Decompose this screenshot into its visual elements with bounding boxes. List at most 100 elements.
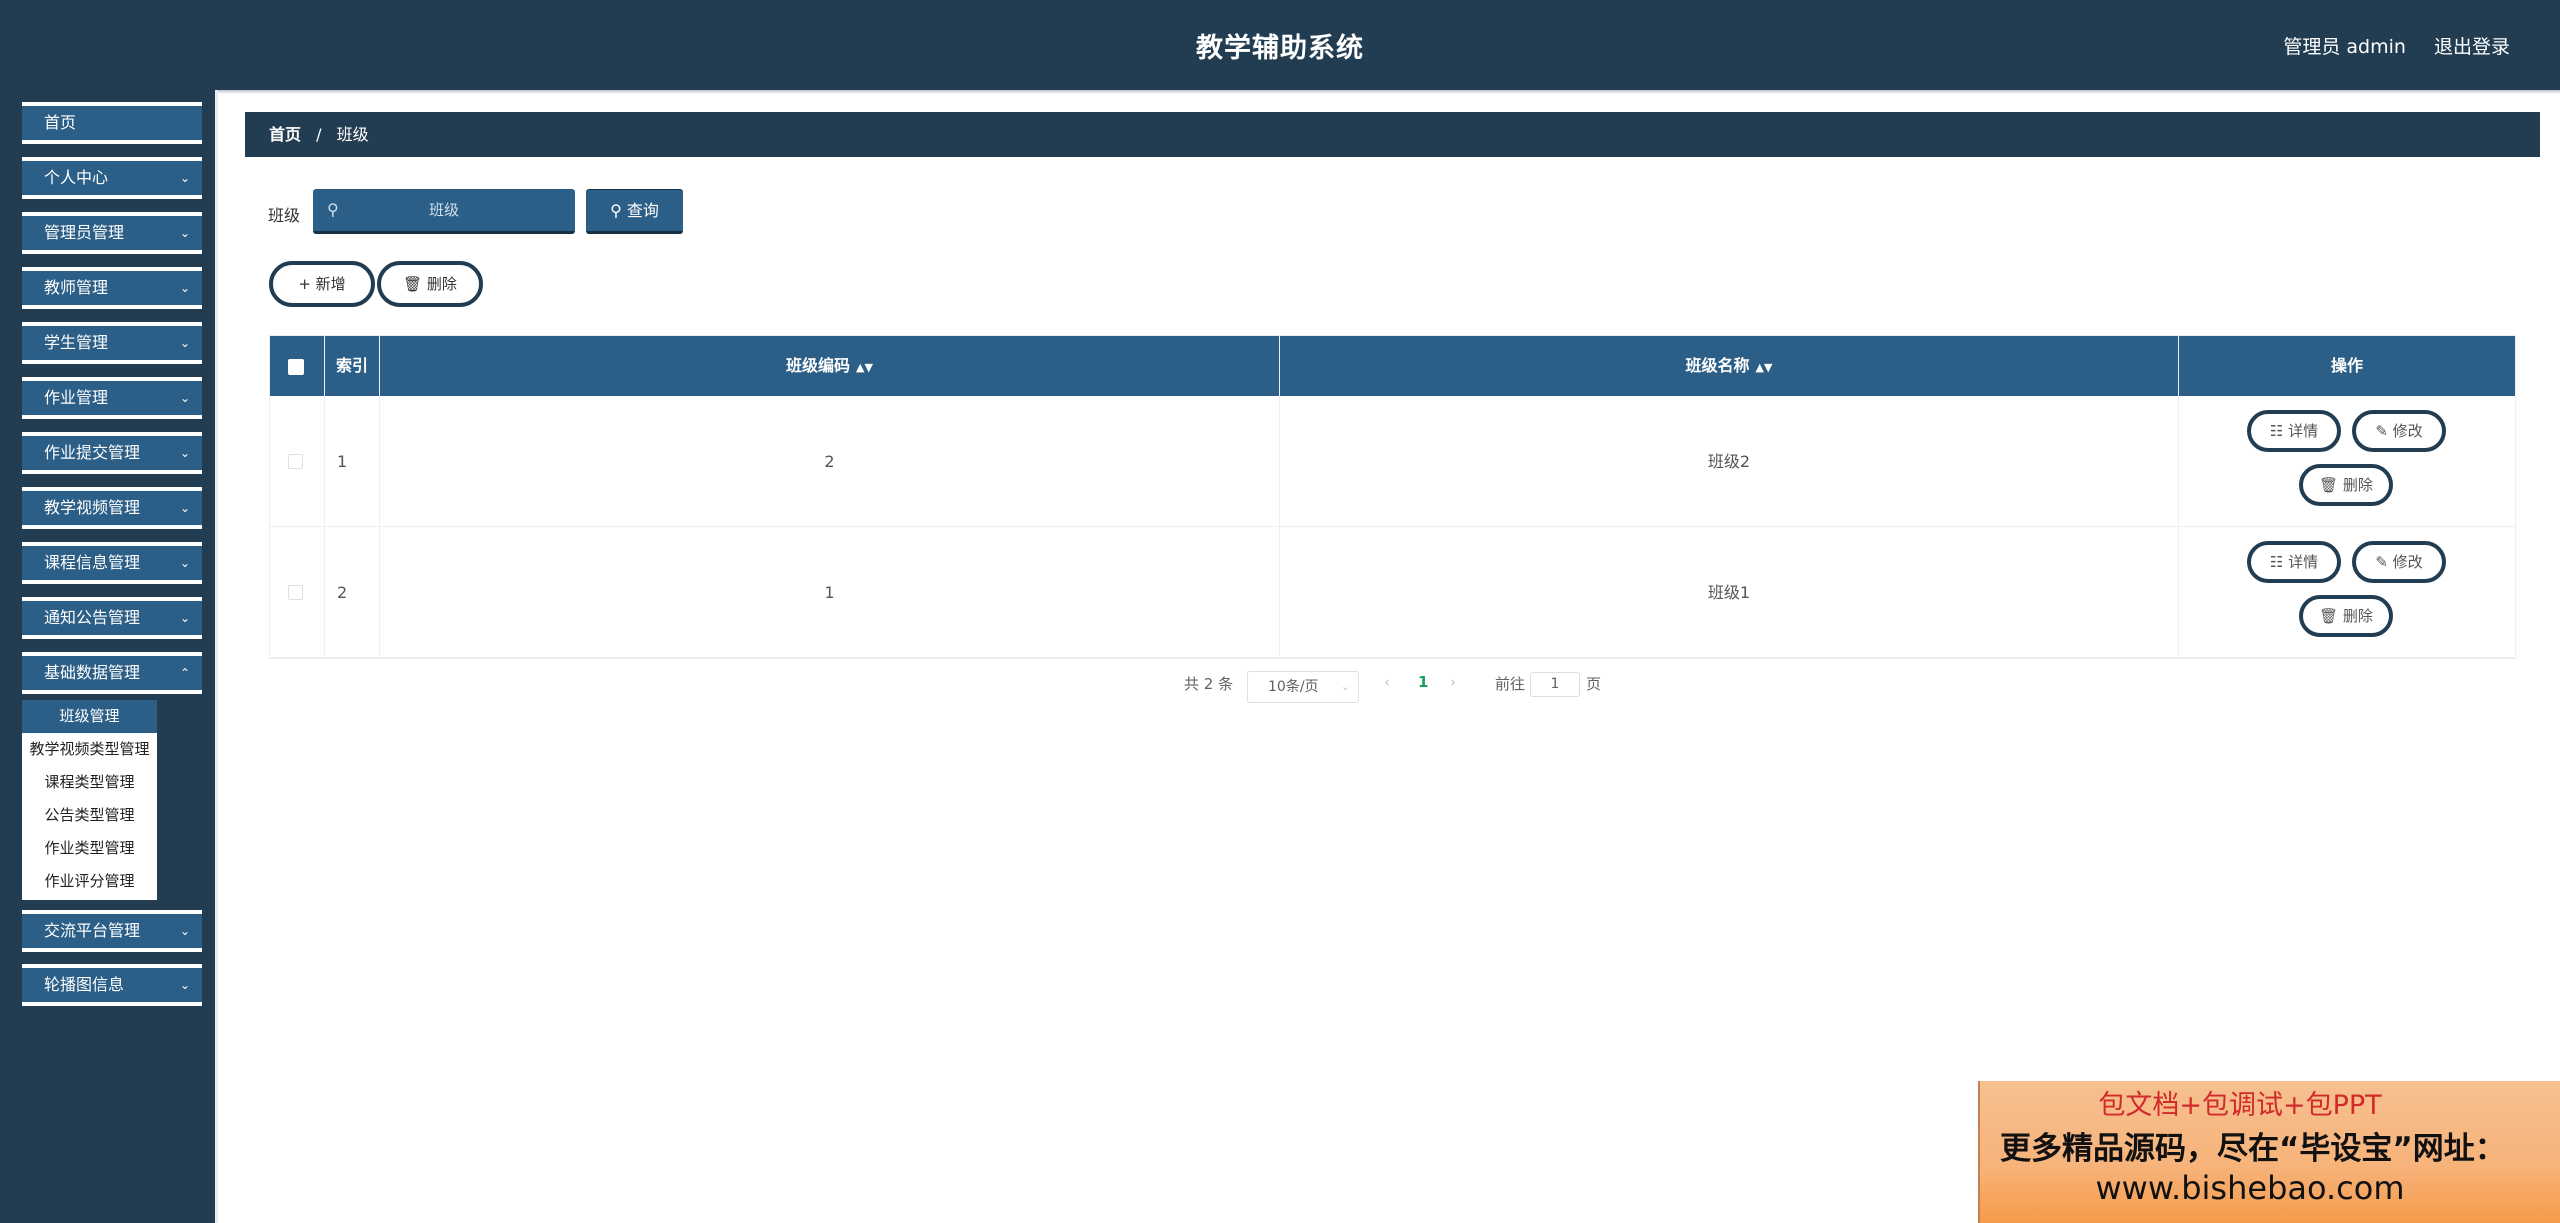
pencil-icon: ✎ xyxy=(2375,422,2388,440)
delete-button-label: 删除 xyxy=(2342,607,2373,625)
cell-actions: ☷ 详情 ✎ 修改 🗑 删除 xyxy=(2179,396,2515,527)
add-button[interactable]: + 新增 xyxy=(269,261,375,307)
page-unit-label: 页 xyxy=(1586,675,1602,693)
top-header: 教学辅助系统 管理员 admin 退出登录 xyxy=(0,0,2560,90)
row-select-cell xyxy=(270,396,325,527)
logout-link[interactable]: 退出登录 xyxy=(2434,36,2510,58)
pagination-total: 共 2 条 xyxy=(1184,675,1234,693)
sidebar-item-label: 交流平台管理 xyxy=(44,921,141,940)
sidebar-item-notice-management[interactable]: 通知公告管理 ⌄ xyxy=(22,597,202,639)
sidebar-item-basic-data[interactable]: 基础数据管理 ⌃ xyxy=(22,652,202,694)
select-all-checkbox[interactable] xyxy=(288,359,304,375)
sidebar-item-label: 基础数据管理 xyxy=(44,663,141,682)
document-icon: ☷ xyxy=(2269,422,2284,440)
chevron-up-icon: ⌃ xyxy=(179,666,190,680)
edit-button[interactable]: ✎ 修改 xyxy=(2352,541,2446,583)
sidebar-item-course-info[interactable]: 课程信息管理 ⌄ xyxy=(22,542,202,584)
column-header-label: 班级名称 xyxy=(1685,356,1750,375)
breadcrumb: 首页 / 班级 xyxy=(245,112,2540,157)
sidebar-item-personal-center[interactable]: 个人中心 ⌄ xyxy=(22,157,202,199)
document-icon: ☷ xyxy=(2269,553,2284,571)
search-input[interactable]: ⚲ 班级 xyxy=(313,189,575,234)
search-label: 班级 xyxy=(268,206,301,225)
sidebar-item-homework-submission[interactable]: 作业提交管理 ⌄ xyxy=(22,432,202,474)
breadcrumb-home[interactable]: 首页 xyxy=(269,125,301,144)
sidebar-item-label: 教学视频管理 xyxy=(44,498,141,517)
edit-button-label: 修改 xyxy=(2392,553,2423,571)
detail-button-label: 详情 xyxy=(2288,553,2319,571)
table-row: 1 2 班级2 ☷ 详情 ✎ 修改 🗑 删除 xyxy=(270,396,2515,527)
trash-icon: 🗑 xyxy=(2319,607,2339,625)
table-row: 2 1 班级1 ☷ 详情 ✎ 修改 🗑 删除 xyxy=(270,527,2515,658)
edit-button-label: 修改 xyxy=(2392,422,2423,440)
sidebar-item-label: 教师管理 xyxy=(44,278,109,297)
sidebar-item-exchange-platform[interactable]: 交流平台管理 ⌄ xyxy=(22,910,202,952)
row-delete-button[interactable]: 🗑 删除 xyxy=(2299,464,2393,506)
delete-button-label: 删除 xyxy=(2342,476,2373,494)
column-header-class-name[interactable]: 班级名称 ▲▼ xyxy=(1280,336,2179,396)
chevron-down-icon: ⌄ xyxy=(179,501,190,515)
submenu-item-homework-score[interactable]: 作业评分管理 xyxy=(22,865,157,898)
trash-icon: 🗑 xyxy=(2319,476,2339,494)
breadcrumb-separator: / xyxy=(316,125,322,144)
prev-page-icon[interactable]: ‹ xyxy=(1384,673,1390,691)
chevron-down-icon: ⌄ xyxy=(179,391,190,405)
next-page-icon[interactable]: › xyxy=(1450,673,1456,691)
sidebar-item-admin-management[interactable]: 管理员管理 ⌄ xyxy=(22,212,202,254)
basic-data-submenu: 班级管理 教学视频类型管理 课程类型管理 公告类型管理 作业类型管理 作业评分管… xyxy=(22,700,157,900)
sidebar-item-homework-management[interactable]: 作业管理 ⌄ xyxy=(22,377,202,419)
sidebar-item-label: 通知公告管理 xyxy=(44,608,141,627)
table-header: 索引 班级编码 ▲▼ 班级名称 ▲▼ 操作 xyxy=(270,336,2515,396)
edit-button[interactable]: ✎ 修改 xyxy=(2352,410,2446,452)
query-button-label: 查询 xyxy=(626,201,659,220)
sidebar-item-label: 作业提交管理 xyxy=(44,443,141,462)
page-size-select[interactable]: 10条/页 ⌄ xyxy=(1247,671,1359,703)
row-checkbox[interactable] xyxy=(288,454,303,469)
submenu-item-video-type[interactable]: 教学视频类型管理 xyxy=(22,733,157,766)
sidebar-item-label: 轮播图信息 xyxy=(44,975,125,994)
sidebar-item-label: 作业管理 xyxy=(44,388,109,407)
sidebar-item-label: 学生管理 xyxy=(44,333,109,352)
pencil-icon: ✎ xyxy=(2375,553,2388,571)
chevron-down-icon: ⌄ xyxy=(179,924,190,938)
add-button-label: 新增 xyxy=(315,275,346,293)
trash-icon: 🗑 xyxy=(403,275,423,293)
sidebar-item-carousel[interactable]: 轮播图信息 ⌄ xyxy=(22,964,202,1006)
submenu-item-homework-type[interactable]: 作业类型管理 xyxy=(22,832,157,865)
cell-class-name: 班级1 xyxy=(1280,527,2179,658)
goto-page-input[interactable]: 1 xyxy=(1530,672,1580,697)
sidebar-item-teacher-management[interactable]: 教师管理 ⌄ xyxy=(22,267,202,309)
column-header-actions: 操作 xyxy=(2330,356,2363,375)
column-header-class-code[interactable]: 班级编码 ▲▼ xyxy=(380,336,1280,396)
sidebar-item-student-management[interactable]: 学生管理 ⌄ xyxy=(22,322,202,364)
sort-icon[interactable]: ▲▼ xyxy=(856,361,873,374)
row-select-cell xyxy=(270,527,325,658)
submenu-item-course-type[interactable]: 课程类型管理 xyxy=(22,766,157,799)
delete-button[interactable]: 🗑 删除 xyxy=(377,261,483,307)
row-delete-button[interactable]: 🗑 删除 xyxy=(2299,595,2393,637)
detail-button-label: 详情 xyxy=(2288,422,2319,440)
page-size-value: 10条/页 xyxy=(1268,679,1319,695)
query-button[interactable]: ⚲ 查询 xyxy=(586,189,683,234)
column-header-label: 班级编码 xyxy=(786,356,851,375)
plus-icon: + xyxy=(298,275,311,293)
detail-button[interactable]: ☷ 详情 xyxy=(2247,410,2341,452)
cell-index: 2 xyxy=(325,527,380,658)
detail-button[interactable]: ☷ 详情 xyxy=(2247,541,2341,583)
sidebar-item-label: 首页 xyxy=(44,113,77,132)
chevron-down-icon: ⌄ xyxy=(179,446,190,460)
header-shadow xyxy=(0,90,2560,94)
submenu-item-class[interactable]: 班级管理 xyxy=(22,700,157,733)
row-checkbox[interactable] xyxy=(288,585,303,600)
column-header-index: 索引 xyxy=(325,336,380,396)
sort-icon[interactable]: ▲▼ xyxy=(1756,361,1773,374)
goto-label: 前往 xyxy=(1495,675,1526,693)
promo-line-2: 更多精品源码，尽在“毕设宝”网址： xyxy=(2000,1131,2506,1167)
sidebar-item-home[interactable]: 首页 xyxy=(22,102,202,144)
chevron-down-icon: ⌄ xyxy=(179,171,190,185)
sidebar-item-teaching-video[interactable]: 教学视频管理 ⌄ xyxy=(22,487,202,529)
cell-class-code: 2 xyxy=(380,396,1280,527)
page-number-current[interactable]: 1 xyxy=(1418,673,1428,691)
current-user-label: 管理员 admin xyxy=(2283,36,2406,58)
submenu-item-notice-type[interactable]: 公告类型管理 xyxy=(22,799,157,832)
